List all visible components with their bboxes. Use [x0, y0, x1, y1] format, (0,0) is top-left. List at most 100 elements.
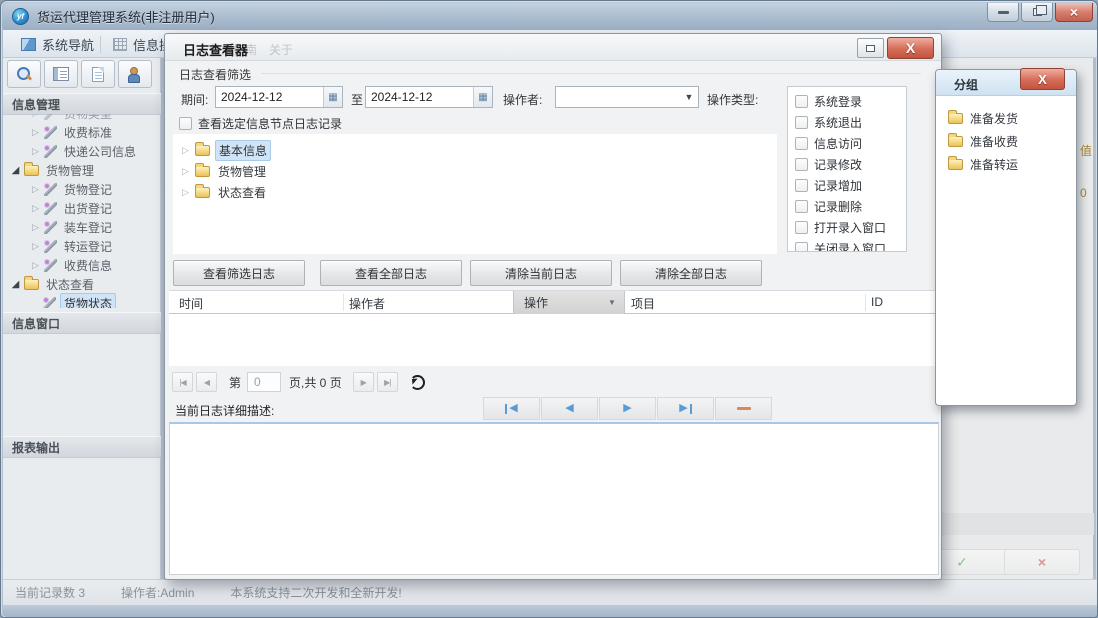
group-item-label: 准备发货 — [970, 111, 1019, 126]
column-header-operation[interactable]: 操作 ▼ — [513, 291, 625, 314]
form-icon — [53, 67, 69, 81]
tree-item-label: 货物管理 — [46, 164, 95, 178]
detail-description-area[interactable] — [169, 422, 939, 575]
checkbox-record-modify[interactable]: 记录修改 — [795, 156, 862, 173]
expander-icon: ▷ — [32, 241, 39, 251]
tree-item-express-company[interactable]: ▷ 快递公司信息 — [31, 142, 139, 161]
navigator-last-button[interactable]: ▶ — [657, 397, 714, 420]
tree-item-cargo-register[interactable]: ▷ 货物登记 — [31, 180, 115, 199]
tree-item-fee-info[interactable]: ▷ 收费信息 — [31, 256, 115, 275]
checkbox-info-access[interactable]: 信息访问 — [795, 135, 862, 152]
bar-icon — [505, 403, 508, 414]
tree-item-outbound-register[interactable]: ▷ 出货登记 — [31, 199, 115, 218]
checkbox-record-delete[interactable]: 记录删除 — [795, 198, 862, 215]
checkbox-system-login[interactable]: 系统登录 — [795, 93, 862, 110]
tree-item-transfer-register[interactable]: ▷ 转运登记 — [31, 237, 115, 256]
checkbox-system-logout[interactable]: 系统退出 — [795, 114, 862, 131]
column-header-label: 操作 — [524, 296, 549, 310]
column-header-operator[interactable]: 操作者 — [349, 295, 385, 312]
status-bar: 当前记录数 3 操作者:Admin 本系统支持二次开发和全新开发! — [3, 579, 1097, 605]
arrow-left-icon: ◀ — [509, 402, 518, 414]
column-header-id[interactable]: ID — [871, 295, 883, 309]
tree-item-cargo-status[interactable]: 货物状态 — [43, 293, 117, 308]
view-all-log-button[interactable]: 查看全部日志 — [320, 260, 462, 286]
minimize-button[interactable] — [987, 3, 1019, 22]
checkbox-record-add[interactable]: 记录增加 — [795, 177, 862, 194]
tree-item-label: 货物登记 — [64, 183, 113, 197]
browse-button[interactable] — [7, 60, 41, 88]
background-cancel-button[interactable]: × — [1004, 549, 1080, 575]
tree-folder-status-view[interactable]: ◢ 状态查看 — [11, 275, 97, 294]
clear-all-log-button[interactable]: 清除全部日志 — [620, 260, 762, 286]
tree-item-label: 货物类型 — [64, 114, 113, 121]
group-item-label: 准备收费 — [970, 134, 1019, 149]
dialog-close-button[interactable]: X — [887, 37, 934, 59]
column-header-project[interactable]: 项目 — [631, 295, 655, 312]
next-page-button[interactable]: ▶ — [352, 372, 374, 392]
wand-icon — [44, 221, 57, 234]
page-number-input[interactable]: 0 — [247, 372, 282, 392]
date-to-field[interactable]: 2024-12-12 ▦ — [365, 86, 493, 108]
form-button[interactable] — [44, 60, 78, 88]
refresh-icon[interactable] — [409, 374, 425, 390]
calendar-icon[interactable]: ▦ — [473, 87, 492, 107]
node-filter-checkbox[interactable]: 查看选定信息节点日志记录 — [179, 115, 342, 132]
minimize-icon — [997, 10, 1009, 14]
prev-page-button[interactable]: ◀ — [196, 372, 217, 392]
navigator-delete-button[interactable] — [715, 397, 772, 420]
operator-button[interactable] — [118, 60, 152, 88]
checkbox-icon — [795, 116, 808, 129]
tree-item-label: 装车登记 — [64, 221, 113, 235]
checkbox-close-entry-window[interactable]: 关闭录入窗口 — [795, 240, 886, 251]
dialog-maximize-button[interactable] — [857, 38, 884, 58]
expander-icon: ▷ — [32, 260, 39, 270]
calendar-icon[interactable]: ▦ — [323, 87, 342, 107]
expander-icon: ▷ — [31, 114, 40, 119]
navigator-first-button[interactable]: ◀ — [483, 397, 540, 420]
date-from-field[interactable]: 2024-12-12 ▦ — [215, 86, 343, 108]
last-page-button[interactable]: ▶| — [376, 372, 398, 392]
dialog-tree-item-cargo-manage[interactable]: ▷ 货物管理 — [181, 161, 269, 181]
pagination-bar: |◀ ◀ 第 0 页,共 0 页 ▶ ▶| — [169, 368, 939, 396]
dialog-tree-item-status-view[interactable]: ▷ 状态查看 — [181, 182, 269, 202]
tree-item-fee-standard[interactable]: ▷ 收费标准 — [31, 123, 115, 142]
group-item-ready-transfer[interactable]: 准备转运 — [948, 154, 1018, 174]
restore-button[interactable] — [1021, 3, 1053, 22]
tree-item-loading-register[interactable]: ▷ 装车登记 — [31, 218, 115, 237]
view-filtered-log-button[interactable]: 查看筛选日志 — [173, 260, 305, 286]
sidebar-tree: ▷ 货物类型 ▷ 收费标准 ▷ 快递公司信息 ◢ 货物管理 ▷ 货物登记 — [3, 114, 161, 308]
clear-current-log-button[interactable]: 清除当前日志 — [470, 260, 612, 286]
operation-type-label: 操作类型: — [707, 93, 759, 107]
tree-item-label: 转运登记 — [64, 240, 113, 254]
checkbox-open-entry-window[interactable]: 打开录入窗口 — [795, 219, 886, 236]
sidebar-section-info-manage[interactable]: 信息管理 — [3, 93, 161, 115]
tree-folder-cargo-manage[interactable]: ◢ 货物管理 — [11, 161, 97, 180]
checkbox-icon — [179, 117, 192, 130]
operator-combobox[interactable]: ▼ — [555, 86, 699, 108]
tree-item-label: 出货登记 — [64, 202, 113, 216]
status-message: 本系统支持二次开发和全新开发! — [230, 586, 402, 600]
expander-icon: ▷ — [182, 144, 189, 155]
tree-item-label: 收费标准 — [64, 126, 113, 140]
filter-dropdown-icon[interactable]: ▼ — [608, 298, 624, 307]
detail-description-label: 当前日志详细描述: — [175, 404, 275, 418]
wand-icon — [44, 259, 57, 272]
column-header-time[interactable]: 时间 — [179, 295, 203, 312]
navigator-prev-button[interactable]: ◀ — [541, 397, 598, 420]
close-button[interactable]: × — [1055, 3, 1093, 22]
document-icon — [92, 66, 104, 82]
sidebar-section-report-output[interactable]: 报表输出 — [3, 436, 161, 458]
folder-icon — [948, 155, 963, 170]
group-item-ready-charge[interactable]: 准备收费 — [948, 131, 1018, 151]
group-item-ready-ship[interactable]: 准备发货 — [948, 108, 1018, 128]
dialog-tree-item-basic-info[interactable]: ▷ 基本信息 — [181, 139, 272, 161]
tree-item-cargo-type[interactable]: ▷ 货物类型 — [31, 114, 115, 123]
navigator-next-button[interactable]: ▶ — [599, 397, 656, 420]
sidebar-section-info-window[interactable]: 信息窗口 — [3, 312, 161, 334]
group-panel-close-button[interactable]: X — [1020, 68, 1065, 90]
checkbox-icon — [795, 179, 808, 192]
toolbar-item-system-nav[interactable]: 系统导航 — [15, 34, 100, 55]
first-page-button[interactable]: |◀ — [172, 372, 193, 392]
document-button[interactable] — [81, 60, 115, 88]
group-panel: 分组 X 准备发货 准备收费 准备转运 — [935, 68, 1077, 406]
